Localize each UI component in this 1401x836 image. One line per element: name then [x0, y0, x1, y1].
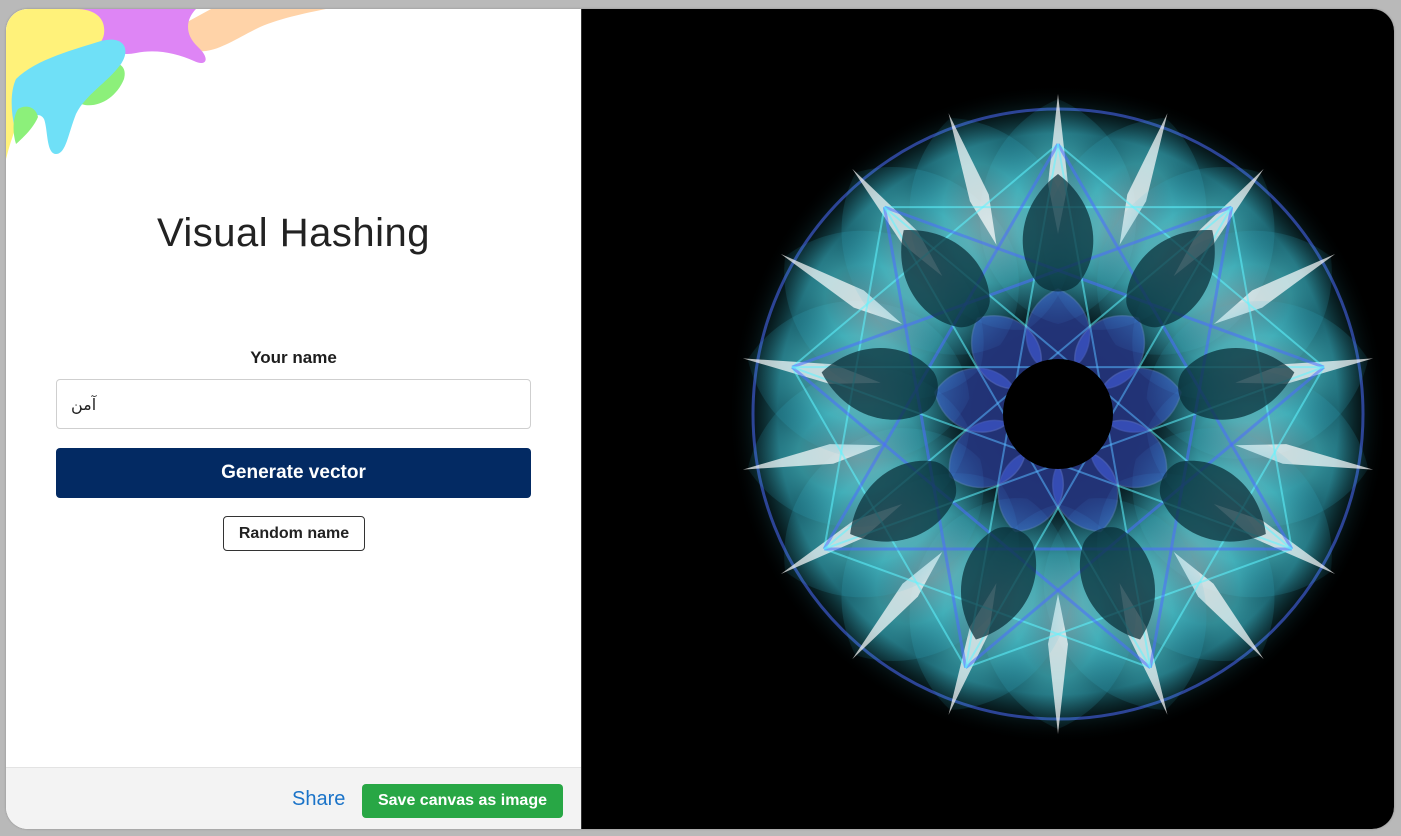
left-panel: Visual Hashing Your name Generate vector…	[6, 9, 581, 829]
save-canvas-button[interactable]: Save canvas as image	[362, 784, 563, 818]
blob-decoration	[6, 9, 326, 159]
random-name-button[interactable]: Random name	[223, 516, 365, 551]
footer-bar: Share Save canvas as image	[6, 767, 581, 829]
hash-art-pattern	[728, 84, 1388, 744]
name-input[interactable]	[56, 379, 531, 429]
share-link[interactable]: Share	[292, 788, 345, 811]
hash-canvas	[581, 9, 1394, 829]
page-title: Visual Hashing	[156, 211, 431, 255]
name-field-label: Your name	[250, 348, 337, 367]
generate-vector-button[interactable]: Generate vector	[56, 448, 531, 498]
app-window: Visual Hashing Your name Generate vector…	[6, 9, 1394, 829]
